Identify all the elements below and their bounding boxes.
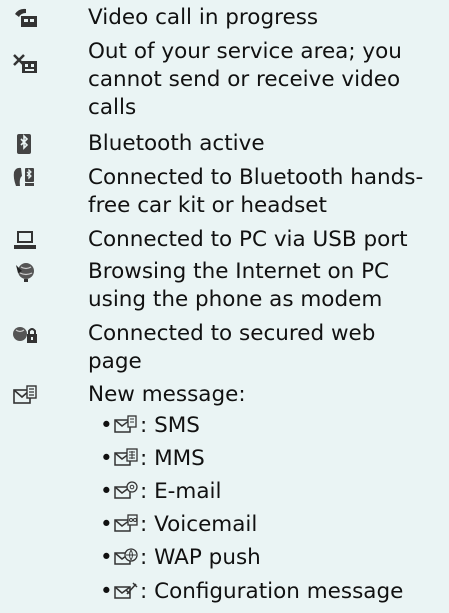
bullet: • bbox=[100, 413, 113, 438]
message-type-label: : E-mail bbox=[140, 479, 222, 504]
bluetooth-icon bbox=[12, 133, 38, 155]
item-line: cannot send or receive video bbox=[88, 67, 401, 92]
voicemail-icon bbox=[114, 514, 138, 534]
secured-web-icon bbox=[12, 323, 38, 345]
item-line: Connected to secured web bbox=[88, 321, 376, 346]
item-text: Bluetooth active bbox=[88, 130, 443, 158]
item-text: Browsing the Internet on PC using the ph… bbox=[88, 258, 443, 314]
wap-push-icon bbox=[114, 547, 138, 567]
message-type-email: • : E-mail bbox=[100, 478, 222, 506]
message-type-sms: • : SMS bbox=[100, 412, 200, 440]
pc-usb-icon bbox=[12, 229, 38, 251]
item-line: using the phone as modem bbox=[88, 287, 383, 312]
no-service-video-icon bbox=[12, 52, 38, 74]
message-type-label: : Configuration message bbox=[140, 579, 404, 604]
item-line: Video call in progress bbox=[88, 5, 319, 30]
item-text: Connected to secured web page bbox=[88, 320, 443, 376]
message-type-voicemail: • : Voicemail bbox=[100, 511, 257, 539]
message-type-wap-push: • : WAP push bbox=[100, 544, 261, 572]
bullet: • bbox=[100, 479, 113, 504]
configuration-message-icon bbox=[114, 581, 138, 601]
browsing-modem-icon bbox=[12, 261, 38, 283]
bullet: • bbox=[100, 446, 113, 471]
item-text: New message: bbox=[88, 381, 443, 409]
bullet: • bbox=[100, 545, 113, 570]
mms-icon bbox=[114, 448, 138, 468]
message-type-label: : Voicemail bbox=[140, 512, 258, 537]
item-text: Video call in progress bbox=[88, 4, 443, 32]
item-line: calls bbox=[88, 95, 137, 120]
bullet: • bbox=[100, 512, 113, 537]
item-text: Connected to PC via USB port bbox=[88, 226, 443, 254]
item-line: Browsing the Internet on PC bbox=[88, 259, 390, 284]
status-icons-list: Video call in progress Out of your servi… bbox=[0, 0, 449, 613]
message-type-label: : SMS bbox=[140, 413, 200, 438]
message-type-mms: • : MMS bbox=[100, 445, 205, 473]
bullet: • bbox=[100, 579, 113, 604]
message-type-configuration: • : Configuration message bbox=[100, 578, 403, 606]
video-call-icon bbox=[12, 6, 38, 28]
item-line: Connected to Bluetooth hands- bbox=[88, 165, 424, 190]
bluetooth-handsfree-icon bbox=[12, 166, 38, 188]
item-line: page bbox=[88, 349, 142, 374]
item-line: New message: bbox=[88, 382, 246, 407]
sms-icon bbox=[114, 415, 138, 435]
item-line: Bluetooth active bbox=[88, 131, 265, 156]
item-text: Out of your service area; you cannot sen… bbox=[88, 38, 443, 122]
item-line: free car kit or headset bbox=[88, 193, 327, 218]
new-message-icon bbox=[12, 384, 38, 406]
item-text: Connected to Bluetooth hands- free car k… bbox=[88, 164, 443, 220]
message-type-label: : WAP push bbox=[140, 545, 261, 570]
message-type-label: : MMS bbox=[140, 446, 205, 471]
item-line: Out of your service area; you bbox=[88, 39, 402, 64]
email-icon bbox=[114, 481, 138, 501]
item-line: Connected to PC via USB port bbox=[88, 227, 408, 252]
